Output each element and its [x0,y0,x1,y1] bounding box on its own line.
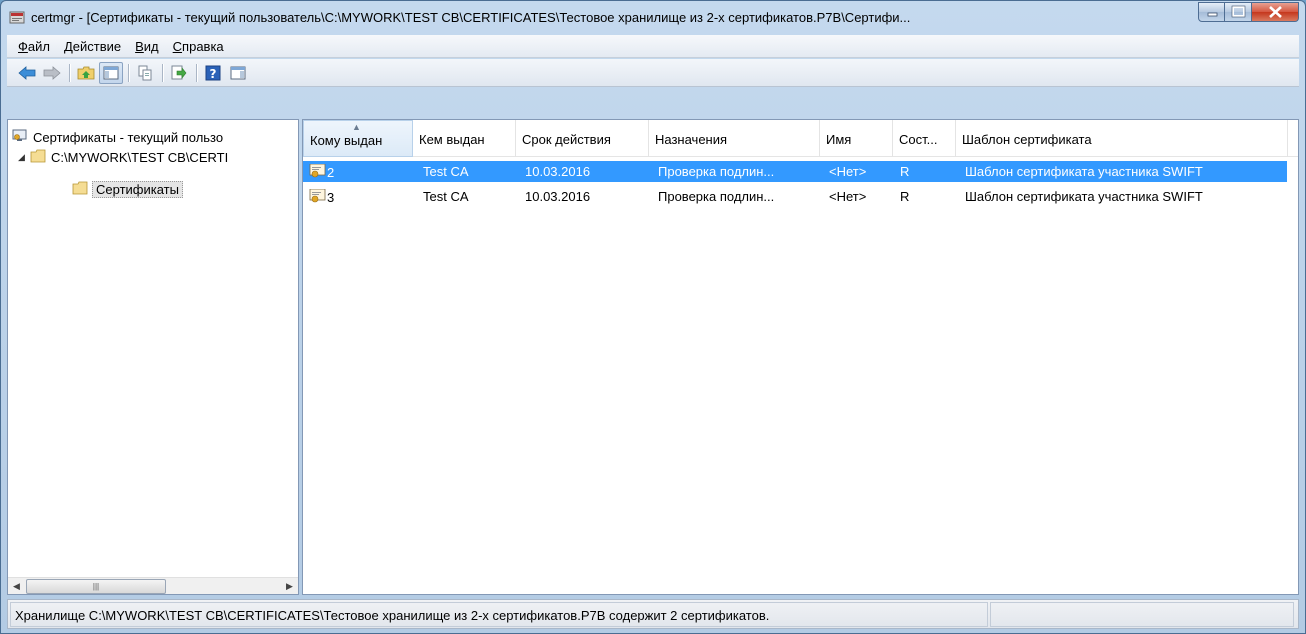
certificate-icon [309,189,327,206]
column-label: Кем выдан [419,132,485,147]
column-purposes[interactable]: Назначения [649,120,820,157]
svg-text:?: ? [210,67,217,81]
tree-item-certificates[interactable]: Сертификаты [72,179,183,199]
copy-icon[interactable] [133,62,157,84]
menu-bar: Файл Действие Вид Справка [7,35,1299,58]
certificate-store-icon [12,128,30,147]
folder-icon [72,181,92,198]
toolbar-separator [162,63,163,82]
column-issued-by[interactable]: Кем выдан [413,120,516,157]
cell-text: 2 [327,165,335,180]
back-arrow-icon[interactable] [15,62,39,84]
scroll-thumb[interactable]: ||| [26,579,166,594]
tree-horizontal-scrollbar[interactable]: ◀ ||| ▶ [8,577,298,594]
tree-item-root[interactable]: Сертификаты - текущий пользо [12,127,226,147]
scroll-left-icon[interactable]: ◀ [8,578,25,595]
console-tree-pane[interactable]: Сертификаты - текущий пользо ◢ C:\MYWORK… [7,119,299,595]
column-status[interactable]: Сост... [893,120,956,157]
table-row[interactable]: 2 Test CA 10.03.2016 Проверка подлин... … [303,161,1287,182]
column-label: Назначения [655,132,728,147]
tree-item-label: Сертификаты [92,180,183,198]
close-button[interactable] [1252,2,1299,22]
cell-friendly-name: <Нет> [829,164,867,179]
action-pane-icon[interactable] [226,62,250,84]
caption-buttons [1198,2,1299,22]
table-row[interactable]: 3 Test CA 10.03.2016 Проверка подлин... … [303,186,1287,207]
window-title: certmgr - [Сертификаты - текущий пользов… [31,10,911,25]
tree-item-store[interactable]: ◢ C:\MYWORK\TEST CB\CERTI [18,147,231,167]
minimize-icon [1199,4,1224,23]
status-segment-empty [990,602,1294,627]
cell-text: 3 [327,190,335,205]
cell-status: R [900,164,910,179]
cell-friendly-name: <Нет> [829,189,867,204]
close-icon [1252,4,1298,23]
certmgr-app-icon[interactable] [9,10,25,26]
column-template[interactable]: Шаблон сертификата [956,120,1288,157]
up-folder-icon[interactable] [74,62,98,84]
status-text: Хранилище C:\MYWORK\TEST CB\CERTIFICATES… [10,602,988,627]
cell-template: Шаблон сертификата участника SWIFT [965,189,1203,204]
column-label: Сост... [899,132,938,147]
certificate-list-pane[interactable]: ▲ Кому выдан Кем выдан Срок действия Наз… [302,119,1299,595]
toolbar: ? [7,59,1299,87]
list-header: ▲ Кому выдан Кем выдан Срок действия Наз… [303,120,1298,157]
menu-help[interactable]: Справка [166,39,231,54]
cell-purposes: Проверка подлин... [658,164,775,179]
tree-item-label: C:\MYWORK\TEST CB\CERTI [51,149,229,165]
column-label: Срок действия [522,132,611,147]
status-bar: Хранилище C:\MYWORK\TEST CB\CERTIFICATES… [7,599,1299,629]
folder-icon [28,149,48,166]
cell-issued-to: 3 [309,189,409,206]
column-expiration[interactable]: Срок действия [516,120,649,157]
cell-issued-by: Test CA [423,189,469,204]
column-label: Шаблон сертификата [962,132,1092,147]
help-icon[interactable]: ? [201,62,225,84]
menu-view[interactable]: Вид [128,39,166,54]
column-issued-to[interactable]: ▲ Кому выдан [303,120,413,157]
column-label: Кому выдан [310,133,383,148]
menu-action[interactable]: Действие [57,39,128,54]
scroll-right-icon[interactable]: ▶ [281,578,298,595]
toolbar-separator [128,63,129,82]
cell-template: Шаблон сертификата участника SWIFT [965,164,1203,179]
maximize-button[interactable] [1225,2,1252,22]
cell-status: R [900,189,910,204]
forward-arrow-icon[interactable] [40,62,64,84]
tree-item-label: Сертификаты - текущий пользо [33,129,224,145]
maximize-icon [1225,4,1251,23]
certificate-icon [309,164,327,181]
cell-expiration: 10.03.2016 [525,189,591,204]
app-window: certmgr - [Сертификаты - текущий пользов… [0,0,1306,634]
cell-purposes: Проверка подлин... [658,189,775,204]
cell-expiration: 10.03.2016 [525,164,591,179]
column-label: Имя [826,132,852,147]
sort-ascending-icon: ▲ [352,122,361,132]
column-friendly-name[interactable]: Имя [820,120,893,157]
menu-file[interactable]: Файл [11,39,57,54]
toolbar-separator [69,63,70,82]
collapse-arrow-icon[interactable]: ◢ [18,152,28,163]
title-bar[interactable]: certmgr - [Сертификаты - текущий пользов… [1,1,1305,35]
toolbar-separator [196,63,197,82]
export-icon[interactable] [167,62,191,84]
cell-issued-to: 2 [309,164,409,181]
show-hide-tree-icon[interactable] [99,61,123,84]
minimize-button[interactable] [1198,2,1225,22]
cell-issued-by: Test CA [423,164,469,179]
